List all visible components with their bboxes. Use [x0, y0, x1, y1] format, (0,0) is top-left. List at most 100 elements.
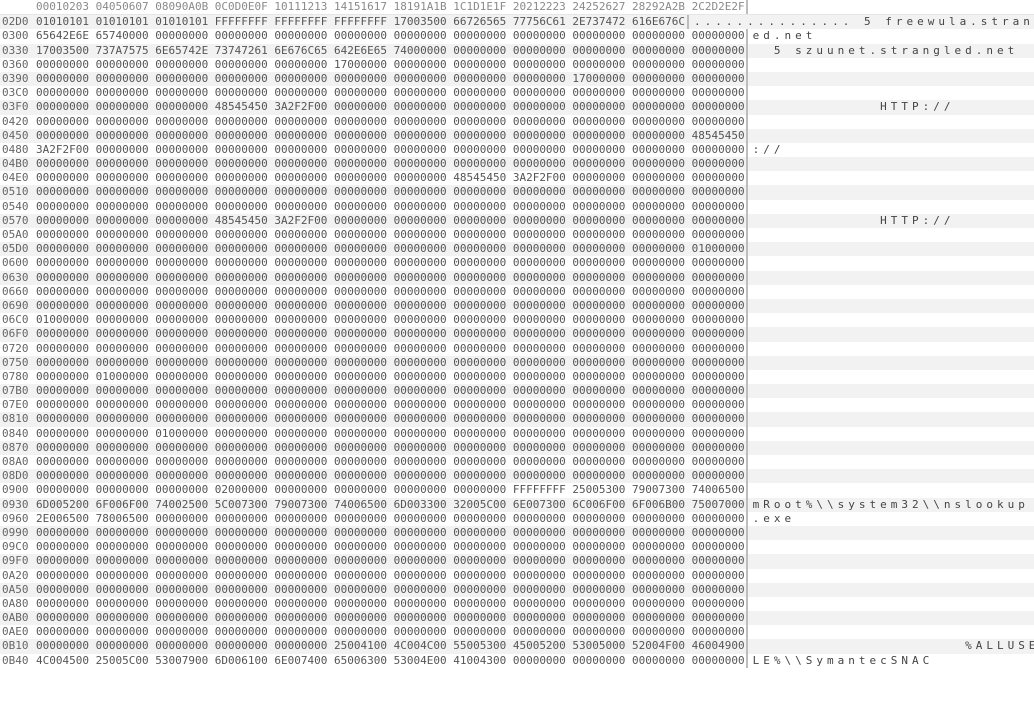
- hex-row[interactable]: 090000000000 00000000 00000000 02000000 …: [0, 483, 1034, 497]
- hex-row[interactable]: 05A000000000 00000000 00000000 00000000 …: [0, 228, 1034, 242]
- hex-row[interactable]: 066000000000 00000000 00000000 00000000 …: [0, 285, 1034, 299]
- row-hex[interactable]: 65642E6E 65740000 00000000 00000000 0000…: [36, 29, 745, 43]
- row-hex[interactable]: 00000000 00000000 00000000 00000000 0000…: [36, 583, 745, 597]
- row-ascii[interactable]: [749, 58, 1034, 72]
- row-hex[interactable]: 00000000 00000000 00000000 00000000 0000…: [36, 625, 745, 639]
- row-hex[interactable]: 4C004500 25005C00 53007900 6D006100 6E00…: [36, 654, 745, 668]
- hex-row[interactable]: 04E000000000 00000000 00000000 00000000 …: [0, 171, 1034, 185]
- row-hex[interactable]: 01000000 00000000 00000000 00000000 0000…: [36, 313, 745, 327]
- row-ascii[interactable]: [749, 412, 1034, 426]
- row-hex[interactable]: 00000000 00000000 00000000 48545450 3A2F…: [36, 214, 745, 228]
- row-ascii[interactable]: HTTP://: [749, 171, 1034, 185]
- row-ascii[interactable]: 5 szuunet.strangled.net: [749, 44, 1034, 58]
- hex-row[interactable]: 063000000000 00000000 00000000 00000000 …: [0, 271, 1034, 285]
- row-ascii[interactable]: [749, 256, 1034, 270]
- row-ascii[interactable]: [749, 526, 1034, 540]
- row-ascii[interactable]: [749, 285, 1034, 299]
- hex-row[interactable]: 03F000000000 00000000 00000000 48545450 …: [0, 100, 1034, 114]
- row-hex[interactable]: 00000000 00000000 00000000 00000000 0000…: [36, 569, 745, 583]
- hex-row[interactable]: 033017003500 737A7575 6E65742E 73747261 …: [0, 44, 1034, 58]
- hex-row[interactable]: 057000000000 00000000 00000000 48545450 …: [0, 214, 1034, 228]
- row-hex[interactable]: 00000000 00000000 00000000 00000000 0000…: [36, 200, 745, 214]
- hex-row[interactable]: 07B000000000 00000000 00000000 00000000 …: [0, 384, 1034, 398]
- hex-row[interactable]: 0A5000000000 00000000 00000000 00000000 …: [0, 583, 1034, 597]
- row-hex[interactable]: 2E006500 78006500 00000000 00000000 0000…: [36, 512, 745, 526]
- hex-row[interactable]: 099000000000 00000000 00000000 00000000 …: [0, 526, 1034, 540]
- row-ascii[interactable]: .exe: [749, 512, 1034, 526]
- row-hex[interactable]: 00000000 00000000 00000000 00000000 0000…: [36, 129, 745, 143]
- row-hex[interactable]: 00000000 00000000 00000000 00000000 0000…: [36, 157, 745, 171]
- row-ascii[interactable]: [749, 554, 1034, 568]
- row-ascii[interactable]: [749, 299, 1034, 313]
- row-hex[interactable]: 00000000 00000000 00000000 00000000 0000…: [36, 327, 745, 341]
- row-hex[interactable]: 00000000 00000000 00000000 00000000 0000…: [36, 285, 745, 299]
- hex-row[interactable]: 084000000000 00000000 01000000 00000000 …: [0, 427, 1034, 441]
- row-hex[interactable]: 00000000 00000000 00000000 00000000 0000…: [36, 554, 745, 568]
- row-ascii[interactable]: HTTP://: [749, 214, 1034, 228]
- row-ascii[interactable]: [749, 569, 1034, 583]
- row-ascii[interactable]: HTTP: [749, 129, 1034, 143]
- hex-row[interactable]: 042000000000 00000000 00000000 00000000 …: [0, 115, 1034, 129]
- row-hex[interactable]: 00000000 00000000 00000000 00000000 0000…: [36, 228, 745, 242]
- row-hex[interactable]: 00000000 00000000 00000000 48545450 3A2F…: [36, 100, 745, 114]
- row-hex[interactable]: 00000000 00000000 00000000 02000000 0000…: [36, 483, 745, 497]
- row-hex[interactable]: 00000000 00000000 00000000 00000000 0000…: [36, 398, 745, 412]
- row-ascii[interactable]: [749, 115, 1034, 129]
- hex-row[interactable]: 06C001000000 00000000 00000000 00000000 …: [0, 313, 1034, 327]
- row-ascii[interactable]: [749, 72, 1034, 86]
- row-ascii[interactable]: ....%Syste: [749, 483, 1034, 497]
- row-hex[interactable]: 00000000 01000000 00000000 00000000 0000…: [36, 370, 745, 384]
- row-ascii[interactable]: [749, 86, 1034, 100]
- row-hex[interactable]: 00000000 00000000 00000000 00000000 0000…: [36, 639, 745, 653]
- row-hex[interactable]: 00000000 00000000 00000000 00000000 0000…: [36, 299, 745, 313]
- row-hex[interactable]: 00000000 00000000 00000000 00000000 0000…: [36, 356, 745, 370]
- row-hex[interactable]: 00000000 00000000 01000000 00000000 0000…: [36, 427, 745, 441]
- row-ascii[interactable]: mRoot%\\system32\\nslookup: [749, 498, 1034, 512]
- row-ascii[interactable]: [749, 370, 1034, 384]
- row-ascii[interactable]: ed.net: [749, 29, 1034, 43]
- hex-row[interactable]: 069000000000 00000000 00000000 00000000 …: [0, 299, 1034, 313]
- row-hex[interactable]: 00000000 00000000 00000000 00000000 0000…: [36, 540, 745, 554]
- row-ascii[interactable]: ://: [749, 143, 1034, 157]
- row-hex[interactable]: 00000000 00000000 00000000 00000000 0000…: [36, 171, 745, 185]
- row-hex[interactable]: 00000000 00000000 00000000 00000000 0000…: [36, 115, 745, 129]
- row-hex[interactable]: 01010101 01010101 01010101 FFFFFFFF FFFF…: [36, 15, 686, 29]
- hex-row[interactable]: 07E000000000 00000000 00000000 00000000 …: [0, 398, 1034, 412]
- row-ascii[interactable]: [749, 625, 1034, 639]
- row-ascii[interactable]: [749, 611, 1034, 625]
- hex-row[interactable]: 051000000000 00000000 00000000 00000000 …: [0, 185, 1034, 199]
- hex-row[interactable]: 0A2000000000 00000000 00000000 00000000 …: [0, 569, 1034, 583]
- row-ascii[interactable]: LE%\\SymantecSNAC: [749, 654, 1034, 668]
- row-ascii[interactable]: [749, 200, 1034, 214]
- hex-row[interactable]: 09306D005200 6F006F00 74002500 5C007300 …: [0, 498, 1034, 512]
- row-ascii[interactable]: [749, 242, 1034, 256]
- hex-row[interactable]: 09602E006500 78006500 00000000 00000000 …: [0, 512, 1034, 526]
- hex-row[interactable]: 078000000000 01000000 00000000 00000000 …: [0, 370, 1034, 384]
- row-ascii[interactable]: [749, 228, 1034, 242]
- hex-row[interactable]: 030065642E6E 65740000 00000000 00000000 …: [0, 29, 1034, 43]
- row-hex[interactable]: 00000000 00000000 00000000 00000000 0000…: [36, 469, 745, 483]
- hex-row[interactable]: 06F000000000 00000000 00000000 00000000 …: [0, 327, 1034, 341]
- row-hex[interactable]: 00000000 00000000 00000000 00000000 0000…: [36, 412, 745, 426]
- row-hex[interactable]: 00000000 00000000 00000000 00000000 0000…: [36, 611, 745, 625]
- hex-row[interactable]: 0AB000000000 00000000 00000000 00000000 …: [0, 611, 1034, 625]
- hex-row[interactable]: 04B000000000 00000000 00000000 00000000 …: [0, 157, 1034, 171]
- row-hex[interactable]: 17003500 737A7575 6E65742E 73747261 6E67…: [36, 44, 745, 58]
- hex-row[interactable]: 072000000000 00000000 00000000 00000000 …: [0, 342, 1034, 356]
- row-ascii[interactable]: [749, 427, 1034, 441]
- row-ascii[interactable]: [749, 342, 1034, 356]
- row-ascii[interactable]: [749, 398, 1034, 412]
- row-ascii[interactable]: [749, 583, 1034, 597]
- row-hex[interactable]: 00000000 00000000 00000000 00000000 0000…: [36, 342, 745, 356]
- hex-row[interactable]: 05D000000000 00000000 00000000 00000000 …: [0, 242, 1034, 256]
- row-hex[interactable]: 00000000 00000000 00000000 00000000 0000…: [36, 185, 745, 199]
- row-hex[interactable]: 3A2F2F00 00000000 00000000 00000000 0000…: [36, 143, 745, 157]
- row-ascii[interactable]: [749, 540, 1034, 554]
- row-ascii[interactable]: [749, 327, 1034, 341]
- hex-row[interactable]: 0A8000000000 00000000 00000000 00000000 …: [0, 597, 1034, 611]
- hex-row[interactable]: 075000000000 00000000 00000000 00000000 …: [0, 356, 1034, 370]
- row-hex[interactable]: 6D005200 6F006F00 74002500 5C007300 7900…: [36, 498, 745, 512]
- row-hex[interactable]: 00000000 00000000 00000000 00000000 0000…: [36, 72, 745, 86]
- hex-row[interactable]: 087000000000 00000000 00000000 00000000 …: [0, 441, 1034, 455]
- hex-row[interactable]: 09F000000000 00000000 00000000 00000000 …: [0, 554, 1034, 568]
